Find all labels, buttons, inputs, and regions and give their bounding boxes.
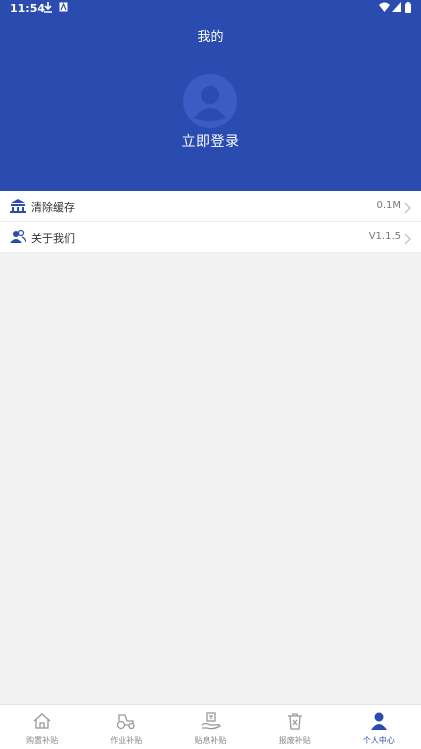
- tractor-icon: [117, 714, 135, 730]
- about-us-row[interactable]: 关于我们 V1.1.5: [0, 222, 421, 253]
- wifi-icon: [379, 2, 390, 15]
- tab-label: 个人中心: [362, 736, 395, 745]
- clear-cache-row[interactable]: 清除缓存 0.1M: [0, 191, 421, 222]
- tab-label: 购置补贴: [26, 736, 59, 745]
- tab-purchase-subsidy[interactable]: 购置补贴: [0, 705, 84, 749]
- tab-label: 贴息补贴: [194, 736, 227, 745]
- login-button[interactable]: 立即登录: [0, 131, 421, 151]
- download-icon: [43, 2, 53, 16]
- settings-list: 清除缓存 0.1M 关于我们 V1.1.5: [0, 191, 421, 253]
- tab-interest-subsidy[interactable]: 贴息补贴: [168, 705, 252, 749]
- profile-header: 11:54 我的 立即登录: [0, 0, 421, 191]
- app-notification-icon: [59, 2, 68, 15]
- recycle-bin-icon: [287, 713, 302, 730]
- user-avatar-icon: [194, 86, 226, 121]
- building-icon: [10, 198, 26, 214]
- interest-icon: [201, 712, 221, 730]
- chevron-right-icon: [404, 199, 411, 214]
- bottom-tab-bar: 购置补贴 作业补贴 贴息补贴 报废补贴 个人中心: [0, 704, 421, 749]
- cache-size-value: 0.1M: [376, 200, 401, 211]
- version-value: V1.1.5: [368, 231, 401, 242]
- person-icon: [370, 712, 387, 730]
- tab-label: 报废补贴: [278, 736, 311, 745]
- avatar[interactable]: [183, 74, 237, 128]
- status-bar: 11:54: [0, 0, 421, 17]
- about-us-label: 关于我们: [31, 232, 75, 245]
- tab-personal-center[interactable]: 个人中心: [337, 705, 421, 749]
- tab-operation-subsidy[interactable]: 作业补贴: [84, 705, 168, 749]
- tab-label: 作业补贴: [110, 736, 143, 745]
- users-icon: [10, 229, 27, 245]
- home-icon: [33, 713, 51, 729]
- battery-icon: [405, 2, 411, 16]
- page-title: 我的: [197, 30, 224, 45]
- signal-icon: [392, 2, 401, 15]
- clear-cache-label: 清除缓存: [31, 201, 75, 214]
- status-time: 11:54: [10, 2, 46, 15]
- tab-scrap-subsidy[interactable]: 报废补贴: [253, 705, 337, 749]
- chevron-right-icon: [404, 230, 411, 245]
